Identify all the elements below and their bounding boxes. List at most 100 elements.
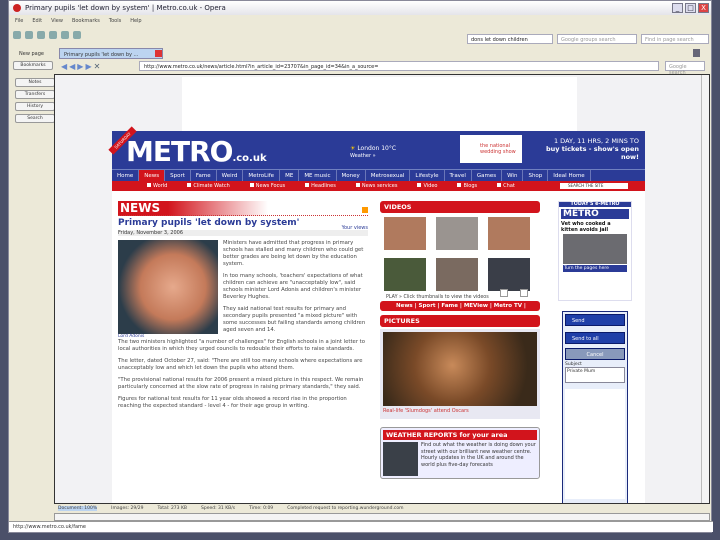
send-button[interactable]: Send [565,314,625,326]
find-icon[interactable] [49,31,57,39]
send-to-all-button[interactable]: Send to all [565,332,625,344]
article-paragraph: "The provisional national results for 20… [118,377,364,390]
e-metro-title: TODAY'S e-METRO [559,202,631,207]
subnav-chat[interactable]: Chat [497,181,515,191]
address-toolbar: Bookmarks ◀◀▶▶✕ http://www.metro.co.uk/n… [9,59,711,76]
e-metro-cta[interactable]: Turn the pages here [563,265,627,272]
menu-bookmarks[interactable]: Bookmarks [72,18,100,24]
article: NEWS Primary pupils 'let down by system'… [118,201,368,415]
videos-box: VIDEOS PLAY » Click thumbnails to view t… [380,201,540,479]
metro-logo[interactable]: METRO.co.uk [126,135,267,168]
weather-text: Find out what the weather is doing down … [421,442,536,468]
trash-icon[interactable] [693,49,700,57]
find-in-page-search[interactable]: Find in page search [641,34,709,44]
google-groups-search[interactable]: Google groups search [557,34,637,44]
address-bar[interactable]: http://www.metro.co.uk/news/article.html… [139,61,659,71]
close-tab-icon[interactable] [155,50,162,57]
rss-icon[interactable] [362,207,368,213]
main-nav: Home News Sport Fame Weird MetroLife ME ME musi… [112,169,645,181]
close-button[interactable]: X [698,3,709,13]
vertical-scrollbar[interactable] [701,75,709,503]
nav-win[interactable]: Win [502,170,524,181]
subnav-climate-watch[interactable]: Climate Watch [187,181,229,191]
video-category-links[interactable]: News | Sport | Fame | MEView | Metro TV … [380,301,540,311]
menu-file[interactable]: File [15,18,23,24]
search-history-field[interactable]: dons let down children [467,34,553,44]
menu-bar: File Edit View Bookmarks Tools Help [9,15,711,26]
nav-weird[interactable]: Weird [217,170,244,181]
home-icon[interactable] [61,31,69,39]
title-bar: Primary pupils 'let down by system' | Me… [9,1,711,15]
menu-edit[interactable]: Edit [32,18,42,24]
subnav-news-services[interactable]: News services [356,181,398,191]
e-metro-photo [563,234,627,264]
settings-icon[interactable] [73,31,81,39]
e-metro-box[interactable]: TODAY'S e-METRO METRO Vet who cooked a k… [558,201,632,301]
nav-lifestyle[interactable]: Lifestyle [410,170,445,181]
status-document: Document: 100% [58,506,98,511]
nav-fame[interactable]: Fame [191,170,217,181]
panel-transfers-button[interactable]: Transfers [15,90,55,99]
nav-news[interactable]: News [139,170,166,181]
nav-sport[interactable]: Sport [165,170,191,181]
your-views-link[interactable]: Your views [342,225,368,231]
minimize-button[interactable]: _ [672,3,683,13]
print-icon[interactable] [37,31,45,39]
open-icon[interactable] [13,31,21,39]
nav-metrosexual[interactable]: Metrosexual [366,170,411,181]
nav-shop[interactable]: Shop [523,170,549,181]
hover-url: http://www.metro.co.uk/fame [9,521,713,532]
video-thumbnail[interactable] [384,217,426,250]
nav-home[interactable]: Home [112,170,140,181]
wedding-show-ad[interactable]: the national wedding show [460,135,522,163]
subnav-world[interactable]: World [147,181,167,191]
tab-active[interactable]: Primary pupils 'let down by ... [59,48,163,59]
weather-widget[interactable]: ☀ London 10°C Weather » [350,145,396,159]
video-thumbnail[interactable] [384,258,426,291]
ad-text[interactable]: 1 DAY, 11 HRS, 2 MINS TO buy tickets - sh… [527,137,639,161]
cancel-button[interactable]: Cancel [565,348,625,360]
weather-reports-title[interactable]: WEATHER REPORTS for your area [383,430,537,440]
panel-search-button[interactable]: Search [15,114,55,123]
nav-metrolife[interactable]: MetroLife [243,170,281,181]
prev-picture-button[interactable] [500,289,508,297]
menu-view[interactable]: View [51,18,63,24]
subnav-headlines[interactable]: Headlines [305,181,336,191]
nav-games[interactable]: Games [472,170,503,181]
horizontal-scrollbar[interactable] [54,513,710,521]
subject-input[interactable]: Private Mum [565,367,625,383]
subnav-video[interactable]: Video [417,181,437,191]
next-picture-button[interactable] [520,289,528,297]
status-total: Total: 273 KB [157,506,187,511]
tab-new-page[interactable]: New page [15,48,48,59]
sub-nav: World Climate Watch News Focus Headlines New… [112,181,645,191]
video-thumbnail[interactable] [436,217,478,250]
message-textarea[interactable] [565,389,625,499]
subnav-blogs[interactable]: Blogs [457,181,477,191]
panel-history-button[interactable]: History [15,102,55,111]
google-search[interactable]: Google search [665,61,705,76]
status-bar: Document: 100% Images: 29/29 Total: 273 KB… [54,504,710,513]
navigation-arrows-icon[interactable]: ◀◀▶▶✕ [61,62,102,71]
metro-header: METRO.co.uk SATURDAY ☀ London 10°C Weathe… [108,126,645,169]
pictures-caption[interactable]: Real-life 'Slumdogs' attend Oscars [383,406,537,416]
nav-travel[interactable]: Travel [445,170,472,181]
panel-bookmarks-button[interactable]: Bookmarks [13,61,53,70]
video-thumbnail[interactable] [488,217,530,250]
menu-tools[interactable]: Tools [109,18,121,24]
nav-me-music[interactable]: ME music [299,170,337,181]
weather-photo [383,442,418,476]
site-search-input[interactable]: SEARCH THE SITE [560,183,628,189]
menu-help[interactable]: Help [130,18,141,24]
video-thumbnail[interactable] [436,258,478,291]
save-icon[interactable] [25,31,33,39]
nav-me[interactable]: ME [280,170,300,181]
maximize-button[interactable]: □ [685,3,696,13]
subnav-news-focus[interactable]: News Focus [250,181,285,191]
browser-window: Primary pupils 'let down by system' | Me… [8,0,713,533]
pictures-photo[interactable] [383,332,537,406]
nav-money[interactable]: Money [337,170,366,181]
panel-notes-button[interactable]: Notes [15,78,55,87]
video-thumbnail[interactable] [488,258,530,291]
nav-ideal-home[interactable]: Ideal Home [548,170,591,181]
